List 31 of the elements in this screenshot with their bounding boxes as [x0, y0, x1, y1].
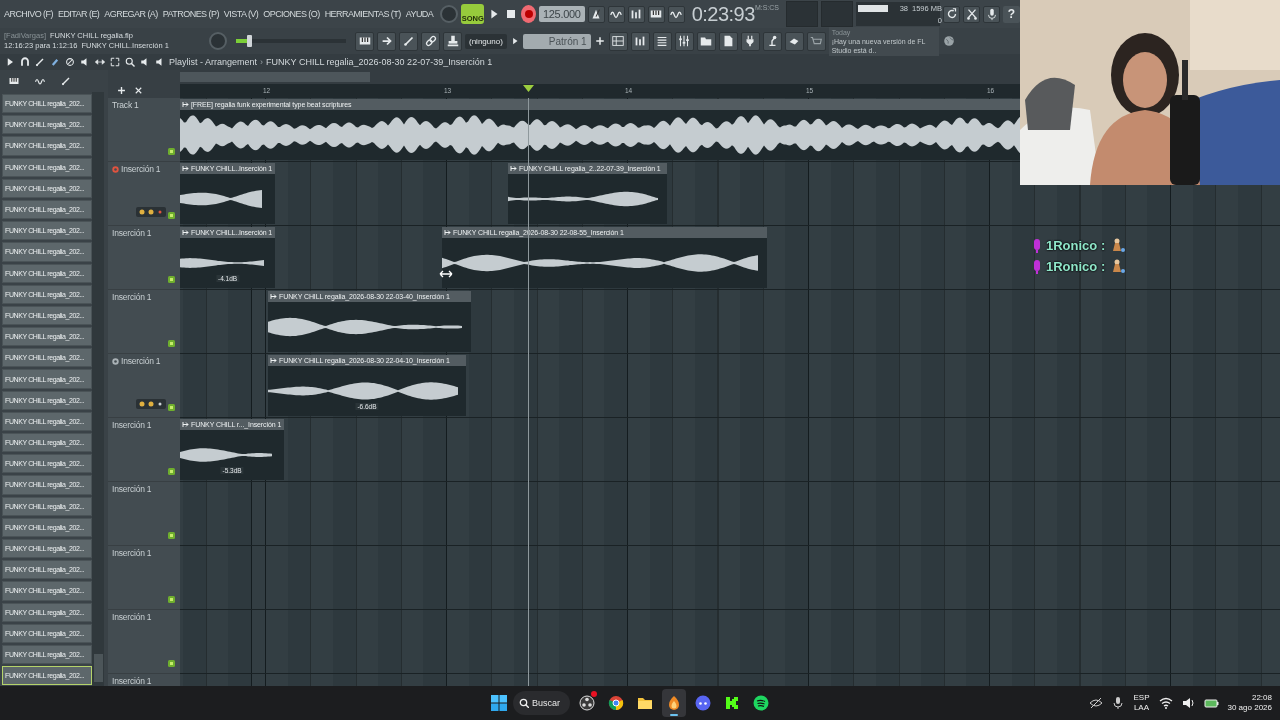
menu-item[interactable]: AYUDA: [405, 9, 434, 19]
chat-username: 1Ronico :: [1046, 238, 1106, 253]
menu-item[interactable]: EDITAR (E): [57, 9, 100, 19]
menu-item[interactable]: ARCHIVO (F): [4, 9, 53, 19]
track-name: Inserción 1: [112, 612, 152, 622]
tempo-field[interactable]: 125.000: [538, 6, 585, 22]
snap-field[interactable]: (ninguno): [465, 33, 507, 49]
track-name: Inserción 1: [112, 228, 152, 238]
menu-item[interactable]: VISTA (V): [223, 9, 259, 19]
language-indicator[interactable]: ESP LAA: [1133, 693, 1150, 713]
playlist-title: Playlist - Arrangement: [169, 57, 258, 67]
chat-username: 1Ronico :: [1046, 259, 1106, 274]
track-name: Track 1: [112, 100, 139, 110]
track-name: Inserción 1: [112, 484, 152, 494]
track-name: Inserción 1: [121, 164, 161, 174]
track-name: Inserción 1: [121, 356, 161, 366]
track-name: Inserción 1: [112, 548, 152, 558]
menu-item[interactable]: AGREGAR (A): [104, 9, 158, 19]
pattern-selector[interactable]: Patrón 1: [522, 33, 591, 49]
clip-path: FUNKY CHILL regalia_2026-08-30 22-07-39_Inserción 1: [266, 57, 493, 67]
help-button[interactable]: ?: [1003, 5, 1020, 23]
time-display: 0:23:93: [691, 2, 755, 26]
menu-item[interactable]: OPCIONES (O): [263, 9, 320, 19]
menu-item[interactable]: PATRONES (P): [162, 9, 219, 19]
track-name: Inserción 1: [112, 420, 152, 430]
track-name: Inserción 1: [112, 676, 152, 686]
menu-item[interactable]: HERRAMIENTAS (T): [324, 9, 401, 19]
breadcrumb-separator: ›: [260, 57, 264, 67]
track-name: Inserción 1: [112, 292, 152, 302]
clock[interactable]: 22:08 30 ago 2026: [1227, 693, 1272, 713]
search-button[interactable]: Buscar: [513, 691, 570, 715]
